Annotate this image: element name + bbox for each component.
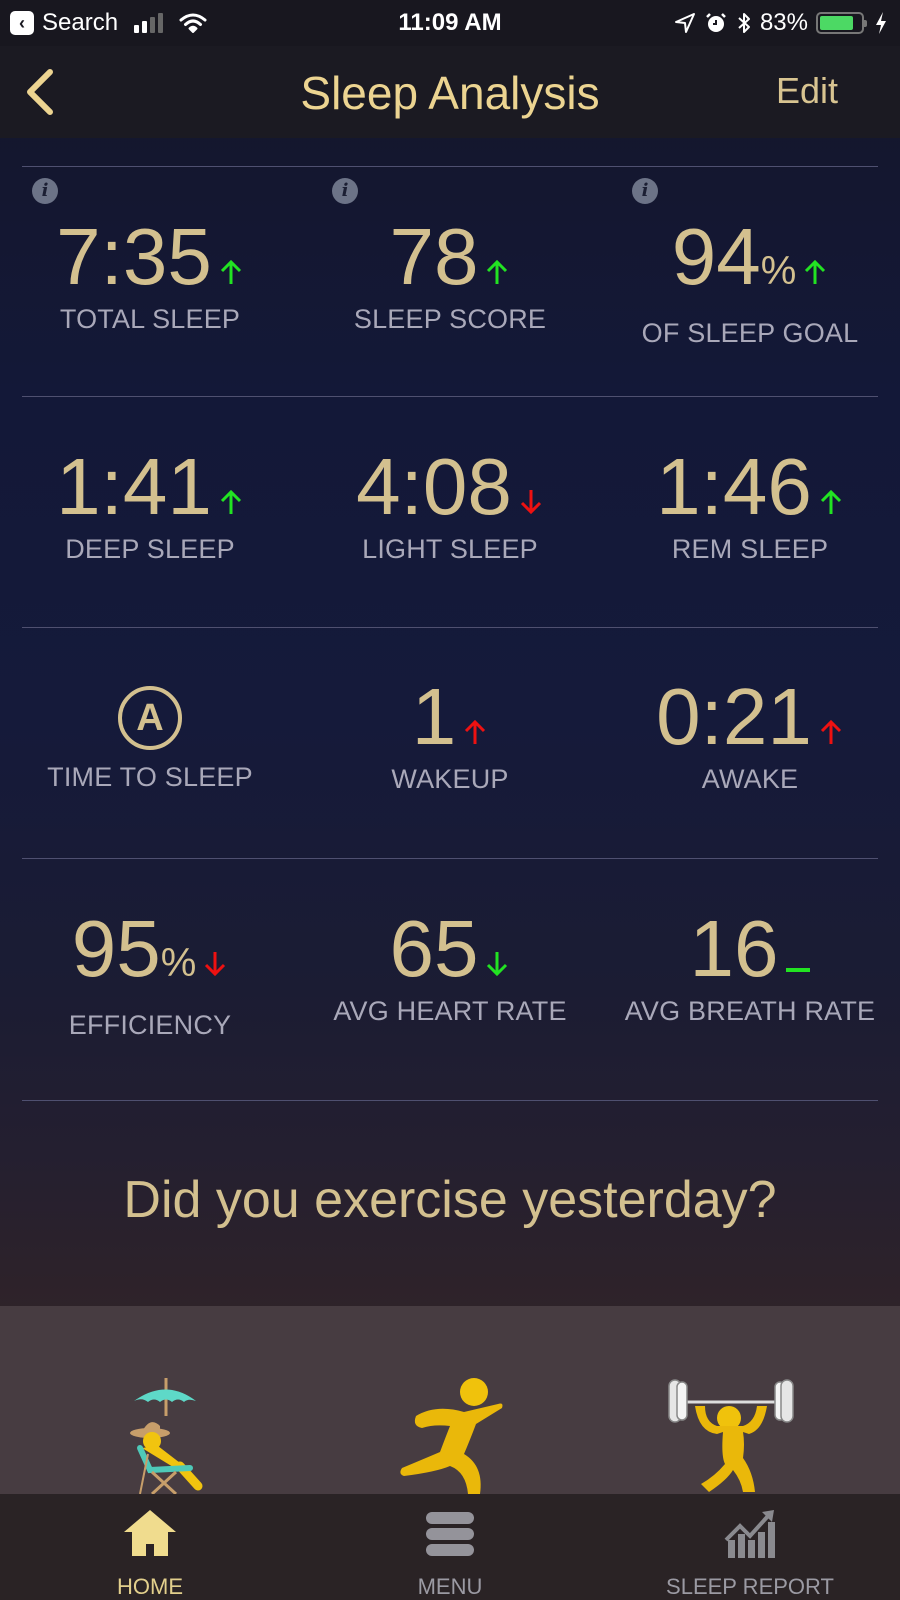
metric-unit: % xyxy=(160,941,197,985)
metric-number: 78 xyxy=(389,212,479,301)
metric-awake[interactable]: 0:21 AWAKE xyxy=(600,672,900,795)
info-icon[interactable]: i xyxy=(632,178,658,204)
metric-value: 0:21 xyxy=(600,672,900,762)
metric-label: LIGHT SLEEP xyxy=(362,534,538,564)
beach-chair-relax-icon xyxy=(130,1378,203,1494)
metric-label: AVG BREATH RATE xyxy=(624,996,876,1026)
metric-number: 95 xyxy=(71,904,161,993)
metric-label: TOTAL SLEEP xyxy=(59,304,241,334)
metric-value: 1 xyxy=(300,672,600,762)
exercise-options xyxy=(0,1306,900,1494)
metric-label: EFFICIENCY xyxy=(68,1010,232,1040)
home-icon xyxy=(124,1510,176,1556)
metric-value: 1:46 xyxy=(600,442,900,532)
metric-value: 7:35 xyxy=(0,212,300,302)
trend-up-arrow-icon xyxy=(218,258,244,286)
alarm-icon xyxy=(706,13,726,32)
metric-value: 94% xyxy=(600,212,900,316)
metric-value: 65 xyxy=(300,904,600,994)
edit-button[interactable]: Edit xyxy=(776,70,838,112)
metric-number: 4:08 xyxy=(356,442,512,531)
metric-total-sleep[interactable]: 7:35 TOTAL SLEEP xyxy=(0,212,300,335)
auto-icon[interactable]: A xyxy=(118,686,182,750)
metric-number: 65 xyxy=(389,904,479,993)
metric-label: AWAKE xyxy=(701,764,799,794)
metric-efficiency[interactable]: 95% EFFICIENCY xyxy=(0,904,300,1041)
tab-home-label: HOME xyxy=(117,1574,183,1599)
status-bar: ‹ Search 11:09 AM 83% xyxy=(0,0,900,46)
divider xyxy=(22,1100,878,1101)
metric-number: 1:41 xyxy=(56,442,212,531)
tab-sleep-report-label: SLEEP REPORT xyxy=(666,1574,834,1599)
metric-value: 4:08 xyxy=(300,442,600,532)
weightlifter-icon xyxy=(668,1379,794,1492)
tab-sleep-report[interactable]: SLEEP REPORT xyxy=(600,1494,900,1600)
trend-down-arrow-icon xyxy=(484,950,510,978)
page-title: Sleep Analysis xyxy=(300,67,600,119)
trend-up-arrow-icon xyxy=(818,488,844,516)
exercise-question: Did you exercise yesterday? xyxy=(123,1171,777,1229)
trend-up-arrow-icon xyxy=(818,718,844,746)
bluetooth-icon xyxy=(738,13,750,33)
divider xyxy=(22,858,878,859)
navigation-bar: Sleep Analysis Edit xyxy=(0,46,900,138)
metric-label: SLEEP SCORE xyxy=(353,304,547,334)
metric-label: WAKEUP xyxy=(391,764,509,794)
tab-menu-label: MENU xyxy=(417,1574,483,1599)
metric-sleep-score[interactable]: 78 SLEEP SCORE xyxy=(300,212,600,335)
tab-bar: HOME MENU SLEEP REPORT xyxy=(0,1494,900,1600)
metric-value: 78 xyxy=(300,212,600,302)
exercise-option-running[interactable] xyxy=(380,1376,520,1494)
metric-wakeup[interactable]: 1 WAKEUP xyxy=(300,672,600,795)
metric-number: 1 xyxy=(411,672,457,761)
metric-number: 94 xyxy=(671,212,761,301)
hamburger-menu-icon xyxy=(426,1512,474,1556)
metric-label: REM SLEEP xyxy=(671,534,829,564)
metric-avg-heart-rate[interactable]: 65 AVG HEART RATE xyxy=(300,904,600,1027)
trend-down-arrow-icon xyxy=(518,488,544,516)
metric-light-sleep[interactable]: 4:08 LIGHT SLEEP xyxy=(300,442,600,565)
metric-number: 0:21 xyxy=(656,672,812,761)
trend-up-arrow-icon xyxy=(484,258,510,286)
metric-number: 7:35 xyxy=(56,212,212,301)
info-icon[interactable]: i xyxy=(32,178,58,204)
metric-value: 95% xyxy=(0,904,300,1008)
divider xyxy=(22,627,878,628)
charging-icon xyxy=(876,12,886,34)
trend-up-arrow-icon xyxy=(462,718,488,746)
info-icon[interactable]: i xyxy=(332,178,358,204)
metric-deep-sleep[interactable]: 1:41 DEEP SLEEP xyxy=(0,442,300,565)
exercise-option-relax[interactable] xyxy=(80,1376,220,1494)
exercise-option-weightlifting[interactable] xyxy=(665,1376,805,1494)
metric-time-to-sleep[interactable]: A TIME TO SLEEP xyxy=(0,672,300,793)
trend-up-arrow-icon xyxy=(218,488,244,516)
metric-label: DEEP SLEEP xyxy=(65,534,235,564)
tab-home[interactable]: HOME xyxy=(0,1494,300,1600)
battery-percent: 83% xyxy=(759,9,808,36)
battery-icon xyxy=(816,12,867,34)
divider xyxy=(22,396,878,397)
chart-report-icon xyxy=(724,1510,775,1558)
metric-label: TIME TO SLEEP xyxy=(47,762,253,792)
location-icon xyxy=(674,13,695,33)
metric-value: 1:41 xyxy=(0,442,300,532)
metric-sleep-goal[interactable]: 94% OF SLEEP GOAL xyxy=(600,212,900,349)
metric-number: 1:46 xyxy=(656,442,812,531)
running-person-icon xyxy=(400,1378,503,1494)
metric-label: AVG HEART RATE xyxy=(333,996,567,1026)
metric-rem-sleep[interactable]: 1:46 REM SLEEP xyxy=(600,442,900,565)
tab-menu[interactable]: MENU xyxy=(300,1494,600,1600)
metric-value: 16 xyxy=(600,904,900,994)
trend-up-arrow-icon xyxy=(802,258,828,286)
divider xyxy=(22,166,878,167)
trend-down-arrow-icon xyxy=(202,950,228,978)
metric-unit: % xyxy=(760,249,797,293)
metric-number: 16 xyxy=(689,904,779,993)
metric-avg-breath-rate[interactable]: 16 AVG BREATH RATE xyxy=(600,904,900,1027)
trend-flat-icon xyxy=(784,950,811,978)
metric-label: OF SLEEP GOAL xyxy=(641,318,859,348)
